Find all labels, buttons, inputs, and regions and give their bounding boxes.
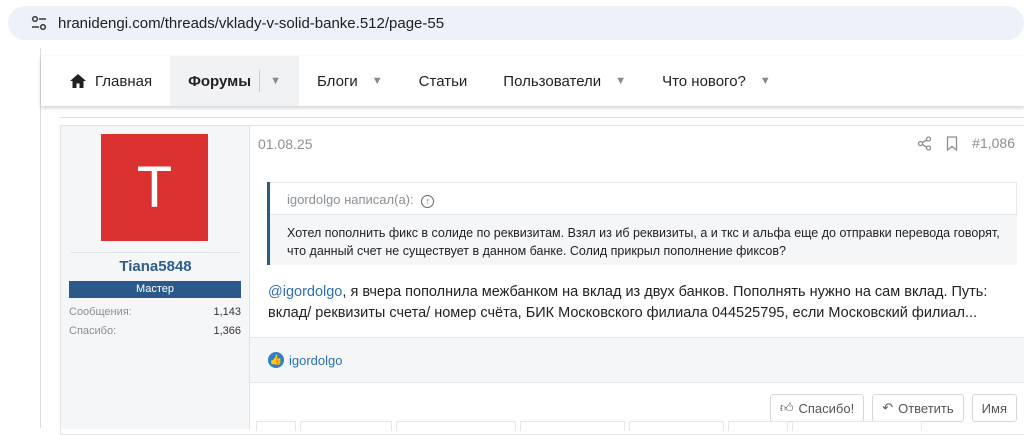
next-post-edge xyxy=(256,421,1024,431)
edge-tab xyxy=(728,421,788,431)
stat-value: 1,366 xyxy=(213,325,241,337)
edge-tab xyxy=(396,421,516,431)
reply-icon: ↶ xyxy=(882,400,894,415)
quote-text: Хотел пополнить фикс в солиде по реквизи… xyxy=(287,226,1000,258)
post-number[interactable]: #1,086 xyxy=(972,135,1015,151)
nav-whats-new[interactable]: Что нового? ▼ xyxy=(644,56,789,106)
stat-label: Спасибо: xyxy=(69,325,117,337)
nav-forums-label: Форумы xyxy=(188,72,252,90)
post-body: @igordolgo, я вчера пополнила межбанком … xyxy=(268,282,1018,324)
mention-link[interactable]: @igordolgo xyxy=(268,284,342,300)
nav-users-label: Пользователи xyxy=(503,72,602,90)
thanks-button[interactable]: 👍︎ Спасибо! xyxy=(769,394,865,422)
reactions-bar: 👍 igordolgo xyxy=(250,337,1024,383)
nav-articles[interactable]: Статьи xyxy=(401,56,486,106)
forum-post: T Tiana5848 Мастер Сообщения: 1,143 Спас… xyxy=(60,125,1024,435)
stat-label: Сообщения: xyxy=(69,306,132,318)
edge-tab xyxy=(300,421,392,431)
nav-users[interactable]: Пользователи ▼ xyxy=(485,56,644,106)
thumbs-up-icon: 👍︎ xyxy=(779,400,794,415)
edge-tab xyxy=(256,421,296,431)
browser-address-bar: hranidengi.com/threads/vklady-v-solid-ba… xyxy=(0,0,1024,48)
chevron-down-icon[interactable]: ▼ xyxy=(372,75,383,87)
nav-whats-new-label: Что нового? xyxy=(662,72,746,90)
main-nav: Главная Форумы ▼ Блоги ▼ Статьи Пользова… xyxy=(41,56,1024,106)
chevron-down-icon[interactable]: ▼ xyxy=(760,75,771,87)
nav-blogs[interactable]: Блоги ▼ xyxy=(299,56,401,106)
avatar[interactable]: T xyxy=(101,134,208,241)
home-icon xyxy=(70,74,86,88)
nav-blogs-label: Блоги xyxy=(316,72,358,90)
name-button[interactable]: Имя xyxy=(971,394,1017,422)
post-header-actions: #1,086 xyxy=(917,135,1015,151)
quote-header[interactable]: igordolgo написал(а): ↑ xyxy=(270,182,1017,215)
name-label: Имя xyxy=(981,400,1007,416)
previous-post-edge xyxy=(60,106,1024,118)
username-link[interactable]: Tiana5848 xyxy=(71,252,240,275)
nav-home[interactable]: Главная xyxy=(41,56,170,106)
chevron-down-icon[interactable]: ▼ xyxy=(270,75,281,87)
like-icon: 👍 xyxy=(268,352,284,368)
edge-tab xyxy=(792,421,922,431)
reaction-user-link[interactable]: igordolgo xyxy=(289,353,343,368)
chevron-down-icon[interactable]: ▼ xyxy=(615,75,626,87)
post-date[interactable]: 01.08.25 xyxy=(258,136,313,152)
user-rank-badge: Мастер xyxy=(69,281,241,298)
edge-tab xyxy=(520,421,625,431)
reply-button[interactable]: ↶ Ответить xyxy=(872,394,964,422)
post-text: , я вчера пополнила межбанком на вклад и… xyxy=(268,284,988,321)
page-content: Главная Форумы ▼ Блоги ▼ Статьи Пользова… xyxy=(0,48,1024,435)
share-icon[interactable] xyxy=(917,135,932,151)
nav-forums[interactable]: Форумы ▼ xyxy=(170,56,299,106)
stat-thanks: Спасибо: 1,366 xyxy=(69,325,241,337)
quote-author: igordolgo написал(а): xyxy=(287,192,414,207)
stat-value: 1,143 xyxy=(213,306,241,318)
divider xyxy=(259,70,261,92)
url-field[interactable]: hranidengi.com/threads/vklady-v-solid-ba… xyxy=(8,6,1024,40)
thanks-label: Спасибо! xyxy=(798,400,855,416)
nav-home-label: Главная xyxy=(95,72,153,90)
bookmark-icon[interactable] xyxy=(946,135,958,151)
post-actions: 👍︎ Спасибо! ↶ Ответить Имя xyxy=(769,394,1017,422)
edge-tab xyxy=(629,421,724,431)
arrow-up-circle-icon[interactable]: ↑ xyxy=(421,195,435,208)
url-text: hranidengi.com/threads/vklady-v-solid-ba… xyxy=(58,14,445,32)
tune-icon[interactable] xyxy=(30,14,48,32)
user-info-pane: T Tiana5848 Мастер Сообщения: 1,143 Спас… xyxy=(61,126,250,429)
reply-label: Ответить xyxy=(898,400,954,416)
post-main: 01.08.25 #1,086 igordolgo написал(а): ↑ … xyxy=(250,126,1024,429)
stat-messages: Сообщения: 1,143 xyxy=(69,306,241,318)
nav-articles-label: Статьи xyxy=(418,72,468,90)
quote-block: igordolgo написал(а): ↑ Хотел пополнить … xyxy=(267,182,1017,265)
